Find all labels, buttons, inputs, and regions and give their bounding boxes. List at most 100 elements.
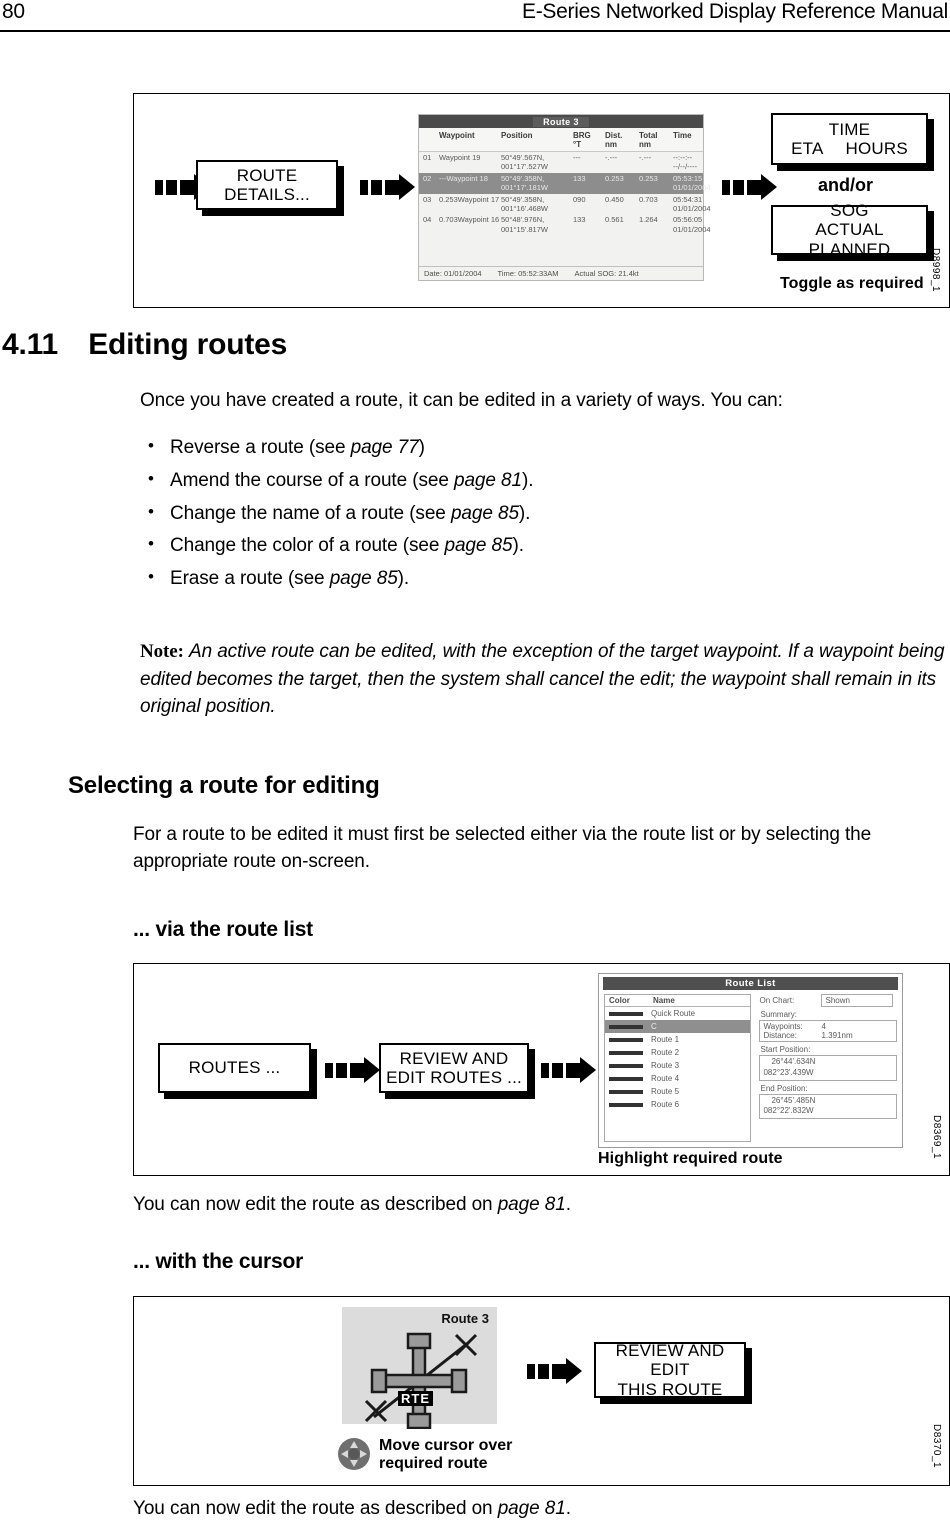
waypoints-label: Waypoints: [763,1022,803,1031]
softkey-sog-actual-planned[interactable]: SOG ACTUAL PLANNED [771,201,928,259]
after-list-text: You can now edit the route as described … [133,1194,498,1215]
list-item[interactable]: Route 6 [605,1098,750,1111]
route-details-status-bar: Date: 01/01/2004 Time: 05:52:33AM Actual… [419,266,703,280]
list-item[interactable]: Route 3 [605,1059,750,1072]
list-item[interactable]: Route 4 [605,1072,750,1085]
bullet-text-end: ). [521,469,534,491]
row-dist: 0.253 [605,173,624,183]
figure2-code: D8369_1 [931,1115,942,1160]
bullet-text-end: ). [512,535,524,557]
softkey-sog-label: SOG [830,201,869,221]
on-chart-value[interactable]: Shown [821,994,894,1007]
list-item[interactable]: Route 1 [605,1033,750,1046]
row-waypoint: 0.253Waypoint 17 [439,194,500,204]
section-number: 4.11 [2,328,58,361]
softkey-actual-planned-label: ACTUAL PLANNED [808,220,891,259]
row-waypoint: ---Waypoint 18 [439,173,488,183]
bullet-text: Reverse a route (see [170,437,351,458]
end-position-lat: 26°45'.485N [771,1095,816,1105]
page-reference[interactable]: page 81 [454,470,522,491]
row-time: 05:54:31 01/01/2004 [673,195,719,214]
subsection-heading-via-route-list: ... via the route list [133,918,313,941]
figure2-caption: Highlight required route [598,1150,783,1167]
page-reference[interactable]: page 85 [444,535,512,556]
table-row[interactable]: 04 0.703Waypoint 16 50°48'.976N, 001°15'… [419,214,711,235]
softkey-review-and-edit-this-route[interactable]: REVIEW AND EDIT THIS ROUTE [594,1341,746,1399]
row-time: 05:53:15 01/01/2004 [673,174,719,193]
bullet-text: Amend the course of a route (see [170,469,454,491]
route-name: Quick Route [651,1009,696,1018]
list-item[interactable]: C [605,1020,751,1033]
section-title: Editing routes [88,328,288,361]
route-name: Route 1 [651,1035,680,1044]
list-item[interactable]: Route 2 [605,1046,750,1059]
softkey-routes[interactable]: ROUTES ... [158,1043,311,1093]
bullet-text-end: ). [397,568,410,590]
row-index: 01 [423,153,432,162]
after-route-list-paragraph: You can now edit the route as described … [133,1192,948,1219]
subsection-heading-selecting: Selecting a route for editing [68,772,380,799]
row-position-lat: 50°49'.567N, [501,153,545,162]
figure3-code: D8370_1 [931,1424,942,1469]
and-or-label: and/or [818,175,874,195]
col-name: Name [653,996,675,1005]
route-list-panel[interactable]: Color Name Quick Route C Route 1 Route 2 [604,994,752,1142]
page-reference[interactable]: page 81 [498,1194,566,1215]
list-item[interactable]: Quick Route [605,1007,750,1020]
editing-options-list: Reverse a route (see page 77) Amend the … [140,436,940,601]
section-heading: 4.11 Editing routes [2,328,287,362]
route-list-column-headers: Color Name [605,995,751,1007]
page-reference[interactable]: page 81 [498,1498,566,1519]
softkey-review-and-label: REVIEW AND [399,1048,509,1068]
start-position-lon: 082°23'.439W [763,1067,814,1077]
route-name: C [651,1022,657,1031]
after-cursor-text-end: . [565,1498,571,1519]
page-number: 80 [2,0,25,23]
row-total: -.--- [639,153,652,162]
softkey-time-eta-hours[interactable]: TIME ETA HOURS [771,113,928,165]
summary-label: Summary: [760,1010,797,1019]
row-position-lat: 50°49'.358N, [501,194,545,204]
figure-cursor-selection [133,1296,950,1486]
start-position-lat: 26°44'.634N [771,1057,816,1066]
row-dist: -.--- [605,153,618,162]
row-time-clock: 05:56:05 [673,215,703,225]
row-position-lon: 001°15'.817W [501,224,548,234]
figure1-caption: Toggle as required [780,275,924,292]
figure1-code: D8998_1 [930,248,941,293]
color-swatch [609,1063,643,1068]
row-brg: 133 [573,173,586,183]
page-header: 80 E-Series Networked Display Reference … [0,0,950,32]
page-reference[interactable]: page 85 [451,503,519,524]
table-row[interactable]: 03 0.253Waypoint 17 50°49'.358N, 001°16'… [419,194,711,215]
distance-label: Distance: [763,1031,797,1040]
row-time: --:--:-- --/--/---- [673,153,719,172]
table-row[interactable]: 02 ---Waypoint 18 50°49'.358N, 001°17'.1… [419,172,711,194]
col-dist-unit: nm [605,140,617,149]
bullet-text: Change the name of a route (see [170,502,451,524]
row-dist: 0.450 [605,194,624,204]
row-total: 0.703 [639,194,658,204]
color-swatch [609,1076,643,1081]
softkey-time-label: TIME [828,119,871,139]
row-position: 50°49'.567N, 001°17'.527W [501,153,573,172]
page-reference[interactable]: page 85 [330,568,398,589]
route-name: Route 4 [651,1074,680,1083]
row-time-clock: 05:54:31 [673,194,703,204]
chart-route-label: Route 3 [441,1311,489,1326]
col-total-unit: nm [639,140,651,149]
route-list-details-panel: On Chart: Shown Summary: Waypoints: 4 Di… [759,994,897,1142]
table-row[interactable]: 01 Waypoint 19 50°49'.567N, 001°17'.527W… [419,152,703,173]
softkey-review-and-edit-routes[interactable]: REVIEW AND EDIT ROUTES ... [379,1043,529,1093]
list-item: Change the name of a route (see page 85)… [140,502,940,526]
page-reference[interactable]: page 77 [351,437,419,458]
end-position-box: 26°45'.485N 082°22'.832W [759,1093,897,1120]
arrow-to-review-edit-routes [325,1057,380,1083]
after-cursor-text: You can now edit the route as described … [133,1498,498,1519]
softkey-route-details[interactable]: ROUTE DETAILS... [196,160,338,210]
list-item[interactable]: Route 5 [605,1085,750,1098]
row-time-date: --/--/---- [673,162,698,172]
subsection-heading-with-the-cursor: ... with the cursor [133,1250,304,1273]
route-details-title-bar: Route 3 [419,115,703,128]
on-chart-label: On Chart: [759,996,795,1005]
